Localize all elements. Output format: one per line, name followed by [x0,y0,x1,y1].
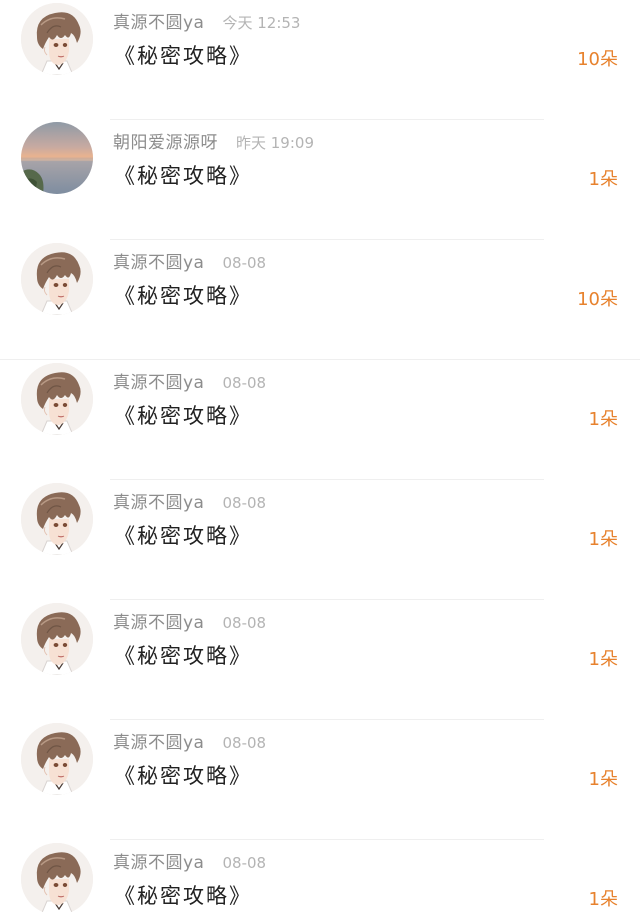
timestamp: 08-08 [222,374,267,392]
anime-boy-avatar-icon [21,243,93,315]
username[interactable]: 真源不圆ya [113,608,204,633]
work-title[interactable]: 《秘密攻略》 [114,640,252,670]
list-item[interactable]: 真源不圆ya 08-08 《秘密攻略》 10朵 [0,240,640,360]
avatar[interactable] [21,122,93,194]
timestamp: 08-08 [222,854,267,872]
work-title[interactable]: 《秘密攻略》 [114,880,252,910]
timestamp: 08-08 [222,614,267,632]
username[interactable]: 真源不圆ya [113,8,204,33]
work-title[interactable]: 《秘密攻略》 [114,280,252,310]
flower-count: 1朵 [588,889,618,910]
flower-count: 1朵 [588,529,618,550]
work-title[interactable]: 《秘密攻略》 [114,760,252,790]
timestamp: 08-08 [222,734,267,752]
username[interactable]: 真源不圆ya [113,848,204,873]
username[interactable]: 真源不圆ya [113,728,204,753]
item-meta: 朝阳爱源源呀 昨天 19:09 [113,128,314,153]
item-meta: 真源不圆ya 08-08 [113,728,267,753]
list-item[interactable]: 真源不圆ya 08-08 《秘密攻略》 1朵 [0,840,640,912]
item-meta: 真源不圆ya 08-08 [113,488,267,513]
anime-boy-avatar-icon [21,603,93,675]
list-item[interactable]: 真源不圆ya 08-08 《秘密攻略》 1朵 [0,360,640,480]
anime-boy-avatar-icon [21,843,93,912]
avatar[interactable] [21,483,93,555]
username[interactable]: 真源不圆ya [113,368,204,393]
timestamp: 08-08 [222,254,267,272]
item-meta: 真源不圆ya 08-08 [113,368,267,393]
avatar[interactable] [21,843,93,912]
avatar[interactable] [21,363,93,435]
message-list: 真源不圆ya 今天 12:53 《秘密攻略》 10朵 朝阳爱源源呀 昨天 19:… [0,0,640,912]
flower-count: 1朵 [588,169,618,190]
list-item[interactable]: 真源不圆ya 08-08 《秘密攻略》 1朵 [0,720,640,840]
avatar[interactable] [21,3,93,75]
username[interactable]: 真源不圆ya [113,488,204,513]
timestamp: 今天 12:53 [222,14,301,32]
flower-count: 1朵 [588,649,618,670]
work-title[interactable]: 《秘密攻略》 [114,520,252,550]
item-meta: 真源不圆ya 今天 12:53 [113,8,301,33]
work-title[interactable]: 《秘密攻略》 [114,400,252,430]
avatar[interactable] [21,603,93,675]
avatar[interactable] [21,723,93,795]
anime-boy-avatar-icon [21,363,93,435]
list-item[interactable]: 真源不圆ya 08-08 《秘密攻略》 1朵 [0,480,640,600]
username[interactable]: 朝阳爱源源呀 [113,128,218,153]
item-meta: 真源不圆ya 08-08 [113,248,267,273]
item-meta: 真源不圆ya 08-08 [113,608,267,633]
list-item[interactable]: 真源不圆ya 08-08 《秘密攻略》 1朵 [0,600,640,720]
flower-count: 10朵 [577,49,618,70]
anime-boy-avatar-icon [21,723,93,795]
avatar[interactable] [21,243,93,315]
work-title[interactable]: 《秘密攻略》 [114,160,252,190]
flower-count: 1朵 [588,769,618,790]
anime-boy-avatar-icon [21,483,93,555]
item-meta: 真源不圆ya 08-08 [113,848,267,873]
sunset-sea-avatar-icon [21,122,93,194]
flower-count: 10朵 [577,289,618,310]
timestamp: 08-08 [222,494,267,512]
timestamp: 昨天 19:09 [236,134,314,152]
flower-count: 1朵 [588,409,618,430]
anime-boy-avatar-icon [21,3,93,75]
list-item[interactable]: 真源不圆ya 今天 12:53 《秘密攻略》 10朵 [0,0,640,120]
work-title[interactable]: 《秘密攻略》 [114,40,252,70]
username[interactable]: 真源不圆ya [113,248,204,273]
list-item[interactable]: 朝阳爱源源呀 昨天 19:09 《秘密攻略》 1朵 [0,120,640,240]
